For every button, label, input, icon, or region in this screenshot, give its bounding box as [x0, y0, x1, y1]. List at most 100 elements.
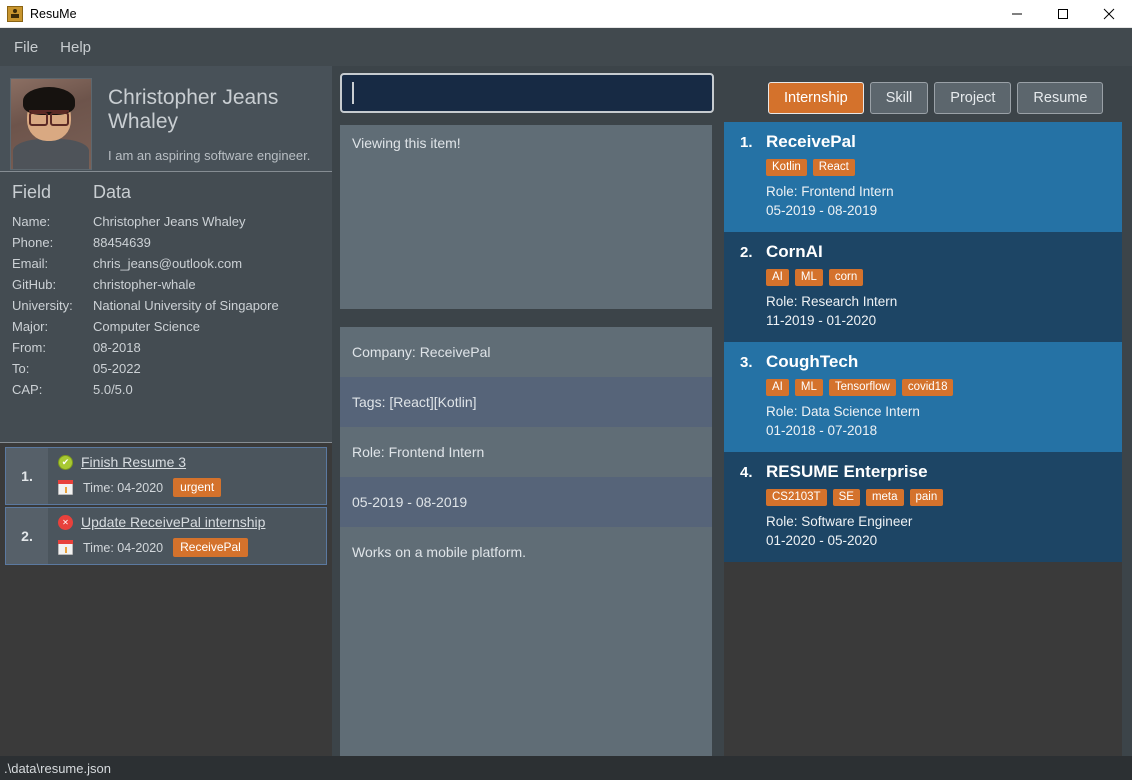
main-body: Christopher Jeans Whaley I am an aspirin… [0, 66, 1132, 756]
detail-row[interactable]: Company: ReceivePal [340, 327, 712, 377]
card-period: 01-2018 - 07-2018 [766, 423, 878, 438]
task-title-row: Update ReceivePal internship [58, 514, 318, 530]
maximize-icon[interactable] [1040, 0, 1086, 28]
task-time: Time: 04-2020 [83, 540, 164, 555]
card-role: Role: Data Science Intern [766, 404, 920, 419]
card-tag[interactable]: pain [909, 489, 944, 506]
card-tag-list: CS2103T SE meta pain [766, 489, 1108, 506]
detail-row[interactable]: Works on a mobile platform. [340, 527, 712, 577]
card-role: Role: Software Engineer [766, 514, 913, 529]
task-title[interactable]: Finish Resume 3 [81, 454, 186, 470]
field-value: chris_jeans@outlook.com [93, 256, 243, 271]
profile-header: Christopher Jeans Whaley I am an aspirin… [0, 66, 332, 171]
table-header-row: Field Data [0, 182, 332, 211]
task-list[interactable]: 1. Finish Resume 3 Time: 04-2020 urgent 2. Up… [0, 443, 332, 756]
card-number: 3. [740, 354, 753, 371]
card-title: CornAI [766, 242, 823, 261]
menu-item-help[interactable]: Help [60, 39, 91, 56]
card-tag[interactable]: ML [794, 269, 823, 286]
task-title-row: Finish Resume 3 [58, 454, 318, 470]
avatar [10, 78, 92, 170]
viewer-message: Viewing this item! [352, 135, 461, 151]
card-tag[interactable]: CS2103T [766, 489, 827, 506]
column-header-field: Field [12, 182, 52, 202]
detail-list[interactable]: Company: ReceivePal Tags: [React][Kotlin]… [340, 327, 712, 756]
detail-row[interactable]: Tags: [React][Kotlin] [340, 377, 712, 427]
status-file-path: .\data\resume.json [4, 760, 111, 776]
card-tag[interactable]: ML [794, 379, 823, 396]
card-tag[interactable]: corn [828, 269, 864, 286]
card-tag[interactable]: AI [766, 269, 789, 286]
tab-resume[interactable]: Resume [1017, 82, 1104, 114]
table-row: From: 08-2018 [0, 337, 332, 358]
task-meta-row: Time: 04-2020 ReceivePal [58, 538, 318, 557]
task-title[interactable]: Update ReceivePal internship [81, 514, 265, 530]
viewer-message-box: Viewing this item! [340, 125, 712, 309]
task-number: 1. [6, 448, 48, 504]
card-tag[interactable]: meta [865, 489, 904, 506]
task-item[interactable]: 1. Finish Resume 3 Time: 04-2020 urgent [5, 447, 327, 505]
field-label: Major: [12, 319, 49, 334]
field-value: 88454639 [93, 235, 151, 250]
table-row: CAP: 5.0/5.0 [0, 379, 332, 400]
entry-card[interactable]: 3. CoughTech AI ML Tensorflow covid18 Role: Da… [724, 342, 1122, 452]
card-tag[interactable]: Tensorflow [828, 379, 896, 396]
detail-row[interactable]: 05-2019 - 08-2019 [340, 477, 712, 527]
entry-card-list[interactable]: 1. ReceivePal Kotlin React Role: Frontend In… [724, 122, 1122, 756]
center-column: Viewing this item! Company: ReceivePal Ta… [332, 66, 720, 756]
tab-internship[interactable]: Internship [768, 82, 864, 114]
tab-project[interactable]: Project [934, 82, 1012, 114]
left-column: Christopher Jeans Whaley I am an aspirin… [0, 66, 332, 756]
close-icon[interactable] [1086, 0, 1132, 28]
card-title: ReceivePal [766, 132, 856, 151]
entry-card[interactable]: 1. ReceivePal Kotlin React Role: Frontend In… [724, 122, 1122, 232]
profile-name: Christopher Jeans Whaley [108, 86, 279, 133]
category-tabs: Internship Skill Project Resume [720, 66, 1132, 122]
calendar-icon [58, 480, 73, 495]
card-tag-list: AI ML corn [766, 269, 1108, 286]
card-title: CoughTech [766, 352, 859, 371]
task-time: Time: 04-2020 [83, 480, 164, 495]
entry-card[interactable]: 4. RESUME Enterprise CS2103T SE meta pain Role… [724, 452, 1122, 562]
task-item[interactable]: 2. Update ReceivePal internship Time: 04-2… [5, 507, 327, 565]
card-role: Role: Frontend Intern [766, 184, 894, 199]
check-circle-icon[interactable] [58, 454, 73, 470]
field-value: Computer Science [93, 319, 200, 334]
field-value: National University of Singapore [93, 298, 279, 313]
table-row: Phone: 88454639 [0, 232, 332, 253]
task-number: 2. [6, 508, 48, 564]
minimize-icon[interactable] [994, 0, 1040, 28]
detail-row[interactable]: Role: Frontend Intern [340, 427, 712, 477]
card-period: 05-2019 - 08-2019 [766, 203, 878, 218]
search-input[interactable] [340, 73, 714, 113]
detail-rows: Company: ReceivePal Tags: [React][Kotlin]… [340, 327, 712, 577]
table-row: Name: Christopher Jeans Whaley [0, 211, 332, 232]
table-row: Email: chris_jeans@outlook.com [0, 253, 332, 274]
window-controls [994, 0, 1132, 28]
card-period: 01-2020 - 05-2020 [766, 533, 878, 548]
tab-skill[interactable]: Skill [869, 82, 929, 114]
card-tag[interactable]: React [812, 159, 855, 176]
card-tag[interactable]: Kotlin [766, 159, 807, 176]
table-row: University: National University of Singap… [0, 295, 332, 316]
task-tag-chip[interactable]: urgent [173, 478, 222, 497]
card-tag[interactable]: SE [832, 489, 860, 506]
menu-item-file[interactable]: File [14, 39, 38, 56]
table-row: To: 05-2022 [0, 358, 332, 379]
card-tag[interactable]: AI [766, 379, 789, 396]
cross-circle-icon[interactable] [58, 514, 73, 530]
detail-filler [340, 577, 712, 756]
field-value: Christopher Jeans Whaley [93, 214, 246, 229]
column-header-data: Data [93, 182, 132, 202]
search-area [332, 66, 720, 113]
card-tag[interactable]: covid18 [901, 379, 954, 396]
window-title: ResuMe [30, 6, 77, 21]
field-label: From: [12, 340, 46, 355]
field-label: GitHub: [12, 277, 57, 292]
app-person-icon [7, 5, 23, 22]
task-tag-chip[interactable]: ReceivePal [173, 538, 248, 557]
card-number: 4. [740, 464, 753, 481]
task-meta-row: Time: 04-2020 urgent [58, 478, 318, 497]
field-data-panel: Field Data Name: Christopher Jeans Whaley… [0, 171, 332, 443]
entry-card[interactable]: 2. CornAI AI ML corn Role: Research Intern 11-… [724, 232, 1122, 342]
